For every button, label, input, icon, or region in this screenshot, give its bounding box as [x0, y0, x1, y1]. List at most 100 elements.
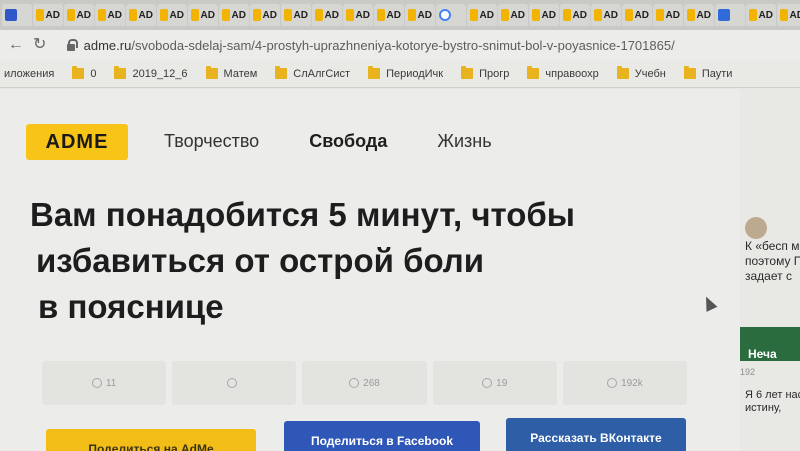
tab-label: AD: [789, 9, 800, 21]
favicon-icon: [377, 9, 385, 21]
favicon-icon: [36, 9, 44, 21]
sidebar-teaser-text[interactable]: К «бесп мне ход поэтому После п задает с: [745, 239, 800, 284]
browser-tab[interactable]: AD: [498, 4, 528, 26]
bookmark-item[interactable]: Матем: [205, 66, 258, 80]
browser-tab[interactable]: AD: [33, 4, 63, 26]
shares-stat[interactable]: 268: [302, 361, 427, 405]
comment-icon: [91, 378, 102, 388]
tab-label: AD: [107, 9, 122, 21]
nav-life[interactable]: Жизнь: [437, 131, 491, 152]
browser-tab[interactable]: [715, 4, 745, 26]
tab-label: AD: [200, 9, 215, 21]
favicon-icon: [191, 9, 199, 21]
tab-label: AD: [76, 9, 91, 21]
browser-tab[interactable]: AD: [312, 4, 342, 26]
tab-label: AD: [386, 9, 401, 21]
views-count: 192k: [621, 377, 643, 389]
shares-count: 268: [363, 377, 380, 389]
bookmark-item[interactable]: иложения: [4, 68, 54, 80]
tab-label: AD: [169, 9, 184, 21]
browser-tab[interactable]: AD: [374, 4, 404, 26]
browser-tab[interactable]: AD: [95, 4, 125, 26]
tab-label: AD: [510, 9, 525, 21]
address-bar[interactable]: adme.ru/svoboda-sdelaj-sam/4-prostyh-upr…: [66, 33, 800, 57]
favicon-icon: [253, 9, 261, 21]
headline-line-3: в пояснице: [38, 288, 224, 325]
folder-icon: [683, 66, 696, 79]
reply-icon: [482, 378, 493, 388]
browser-tab[interactable]: AD: [250, 4, 280, 26]
reaction-stat[interactable]: [172, 361, 297, 405]
folder-icon: [275, 66, 288, 79]
back-icon[interactable]: ←: [4, 33, 28, 57]
browser-tab[interactable]: AD: [622, 4, 652, 26]
browser-tab[interactable]: AD: [467, 4, 497, 26]
share-facebook-button[interactable]: Поделиться в Facebook: [284, 421, 480, 451]
share-adme-button[interactable]: Поделиться на AdMe: [46, 429, 256, 451]
bookmark-item[interactable]: СлАлгСист: [275, 66, 350, 80]
bookmark-label: 2019_12_6: [132, 67, 188, 80]
reload-icon[interactable]: ↻: [28, 33, 52, 57]
browser-tab[interactable]: AD: [684, 4, 714, 26]
nav-freedom[interactable]: Свобода: [309, 131, 387, 152]
browser-tab[interactable]: [2, 4, 32, 26]
comments-stat[interactable]: 11: [42, 361, 167, 405]
share-icon: [349, 378, 360, 388]
bookmark-label: 0: [90, 67, 97, 80]
browser-tab[interactable]: AD: [219, 4, 249, 26]
browser-tab[interactable]: AD: [591, 4, 621, 26]
tab-label: AD: [665, 9, 680, 21]
bookmark-item[interactable]: чправоохр: [527, 66, 599, 80]
browser-tab[interactable]: AD: [188, 4, 218, 26]
tab-label: AD: [324, 9, 339, 21]
favicon-icon: [222, 9, 230, 21]
avatar[interactable]: [745, 217, 767, 239]
replies-stat[interactable]: 19: [432, 361, 557, 405]
favicon-icon: [346, 9, 354, 21]
browser-tab[interactable]: AD: [126, 4, 156, 26]
share-vk-button[interactable]: Рассказать ВКонтакте: [506, 418, 686, 451]
sidebar-teaser-text-2[interactable]: Я 6 лет насморка, истину,: [745, 389, 800, 415]
bookmark-item[interactable]: Паути: [683, 66, 732, 80]
adme-logo[interactable]: ADME: [26, 124, 128, 160]
browser-tab[interactable]: AD: [343, 4, 373, 26]
favicon-icon: [749, 9, 757, 21]
browser-tab[interactable]: AD: [560, 4, 590, 26]
nav-creativity[interactable]: Творчество: [164, 131, 259, 152]
browser-tab[interactable]: AD: [405, 4, 435, 26]
lock-icon: [66, 39, 78, 51]
sidebar-banner[interactable]: Неча: [740, 327, 800, 361]
bookmark-item[interactable]: Прогр: [461, 66, 509, 80]
tab-label: AD: [417, 9, 432, 21]
url-path: /svoboda-sdelaj-sam/4-prostyh-uprazhneni…: [131, 37, 675, 53]
favicon-icon: [625, 9, 633, 21]
browser-tab[interactable]: [436, 4, 466, 26]
browser-tab[interactable]: AD: [777, 4, 800, 26]
bookmark-label: чправоохр: [545, 67, 599, 80]
favicon-icon: [501, 9, 509, 21]
favicon-icon: [315, 9, 323, 21]
favicon-icon: [439, 9, 451, 21]
bookmark-label: Матем: [223, 67, 258, 80]
favicon-icon: [284, 9, 292, 21]
favicon-icon: [408, 9, 416, 21]
folder-icon: [368, 66, 381, 79]
browser-tab[interactable]: AD: [653, 4, 683, 26]
tab-label: AD: [138, 9, 153, 21]
tab-label: AD: [45, 9, 60, 21]
bookmark-item[interactable]: Учебн: [616, 66, 666, 80]
tab-label: AD: [293, 9, 308, 21]
browser-tab[interactable]: AD: [529, 4, 559, 26]
bookmark-item[interactable]: 2019_12_6: [114, 66, 188, 80]
bookmark-item[interactable]: ПериодИчк: [368, 66, 443, 80]
bookmark-label: Учебн: [634, 67, 666, 80]
folder-icon: [114, 66, 127, 79]
url-host: adme.ru: [83, 37, 132, 53]
browser-tab[interactable]: AD: [281, 4, 311, 26]
browser-tab[interactable]: AD: [746, 4, 776, 26]
bookmark-item[interactable]: 0: [72, 66, 97, 80]
replies-count: 19: [496, 377, 508, 389]
browser-tab[interactable]: AD: [157, 4, 187, 26]
browser-tab[interactable]: AD: [64, 4, 94, 26]
tab-label: AD: [634, 9, 649, 21]
